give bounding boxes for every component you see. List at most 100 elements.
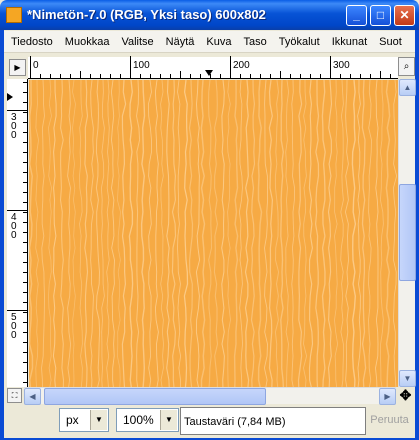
grain-line <box>154 80 159 387</box>
grain-line <box>297 80 303 387</box>
zoom-select[interactable]: 100% ▼ <box>116 408 179 432</box>
grain-line <box>188 80 194 387</box>
ruler-label: 400 <box>11 212 17 241</box>
grain-line <box>250 80 256 387</box>
grain-line <box>100 80 105 387</box>
grain-line <box>368 80 372 387</box>
status-bar: px ▼ 100% ▼ Taustaväri (7,84 MB) Peruuta <box>4 405 415 438</box>
minimize-button[interactable]: _ <box>346 5 367 26</box>
grain-line <box>357 80 361 387</box>
cancel-button[interactable]: Peruuta <box>366 408 413 433</box>
grain-line <box>351 80 357 387</box>
ruler-tick <box>7 110 27 111</box>
unit-select[interactable]: px ▼ <box>59 408 109 432</box>
grain-line <box>183 80 189 387</box>
triangle-right-icon[interactable]: ▶ <box>9 59 26 76</box>
grain-line <box>171 80 177 387</box>
scroll-left-icon[interactable]: ◀ <box>24 388 41 405</box>
grain-line <box>274 80 280 387</box>
menu-muokkaa[interactable]: Muokkaa <box>58 31 115 48</box>
unit-value: px <box>66 413 79 427</box>
vertical-scroll-thumb[interactable] <box>399 184 416 281</box>
grain-line <box>160 80 164 387</box>
chevron-down-icon[interactable]: ▼ <box>160 410 177 430</box>
scroll-right-icon[interactable]: ▶ <box>379 388 396 405</box>
horizontal-scrollbar[interactable]: ◀ ▶ <box>24 387 396 405</box>
image-canvas[interactable] <box>29 80 398 387</box>
ruler-tick <box>130 56 131 78</box>
grain-line <box>263 80 269 387</box>
menu-tiedosto[interactable]: Tiedosto <box>4 31 58 48</box>
menu-tyokalut[interactable]: Työkalut <box>272 31 325 48</box>
grain-line <box>135 80 141 387</box>
grain-line <box>47 80 53 387</box>
grain-line <box>213 80 219 387</box>
chevron-down-icon[interactable]: ▼ <box>90 410 107 430</box>
grain-line <box>195 80 201 387</box>
vertical-scrollbar[interactable]: ▲ ▼ <box>398 79 416 387</box>
status-message: Taustaväri (7,84 MB) <box>180 407 366 435</box>
navigate-icon[interactable]: ⛶ <box>7 388 22 403</box>
grain-line <box>233 80 239 387</box>
grain-line <box>361 80 367 387</box>
maximize-button[interactable]: □ <box>370 5 391 26</box>
horizontal-scroll-thumb[interactable] <box>44 388 266 405</box>
ruler-tick <box>7 210 27 211</box>
scroll-up-icon[interactable]: ▲ <box>399 79 416 96</box>
gimp-image-icon[interactable] <box>6 7 22 23</box>
magnifier-icon[interactable]: ⌕ <box>398 57 415 76</box>
menu-kuva[interactable]: Kuva <box>199 31 236 48</box>
ruler-label: 100 <box>133 60 150 71</box>
grain-line <box>41 80 45 387</box>
grain-line <box>121 80 127 387</box>
grain-line <box>128 80 134 387</box>
grain-line <box>147 80 152 387</box>
grain-line <box>238 80 243 387</box>
grain-line <box>106 80 110 387</box>
ruler-label: 300 <box>11 112 17 141</box>
grain-line <box>67 80 72 387</box>
menu-valitse[interactable]: Valitse <box>114 31 158 48</box>
menu-ikkunat[interactable]: Ikkunat <box>325 31 372 48</box>
ruler-label: 300 <box>333 60 350 71</box>
ruler-tick <box>30 56 31 78</box>
grain-line <box>344 80 350 387</box>
grain-line <box>177 80 182 387</box>
ruler-pointer <box>205 70 213 76</box>
menu-taso[interactable]: Taso <box>236 31 271 48</box>
ruler-pointer <box>7 93 13 101</box>
window-title: *Nimetön-7.0 (RGB, Yksi taso) 600x802 <box>27 7 266 22</box>
grain-line <box>72 80 76 387</box>
menu-suodattimet[interactable]: Suot <box>372 31 407 48</box>
move-cross-icon[interactable]: ✥ <box>398 387 413 404</box>
close-button[interactable]: ✕ <box>394 5 415 26</box>
vertical-ruler: 300 400 500 <box>7 79 28 387</box>
grain-line <box>35 80 40 387</box>
grain-line <box>385 80 391 387</box>
grain-line <box>116 80 121 387</box>
grain-line <box>226 80 231 387</box>
grain-line <box>375 80 379 387</box>
grain-line <box>268 80 274 387</box>
grain-line <box>140 80 146 387</box>
ruler-tick <box>7 310 27 311</box>
grain-line <box>79 80 83 387</box>
ruler-tick <box>230 56 231 78</box>
grain-line <box>110 80 115 387</box>
ruler-label: 200 <box>233 60 250 71</box>
grain-line <box>285 80 290 387</box>
grain-line <box>303 80 308 387</box>
image-window: ▶ ⌕ 0 100 200 300 300 400 500 ▲ ▼ ⛶ ◀ ▶ … <box>4 55 416 405</box>
grain-line <box>327 80 333 387</box>
scroll-down-icon[interactable]: ▼ <box>399 370 416 387</box>
grain-line <box>166 80 170 387</box>
zoom-value: 100% <box>123 413 154 427</box>
grain-line <box>52 80 57 387</box>
grain-line <box>200 80 206 387</box>
menu-nayta[interactable]: Näytä <box>159 31 200 48</box>
grain-line <box>59 80 65 387</box>
grain-line <box>95 80 101 387</box>
grain-line <box>280 80 285 387</box>
grain-line <box>379 80 384 387</box>
title-bar[interactable]: *Nimetön-7.0 (RGB, Yksi taso) 600x802 _ … <box>0 0 419 30</box>
